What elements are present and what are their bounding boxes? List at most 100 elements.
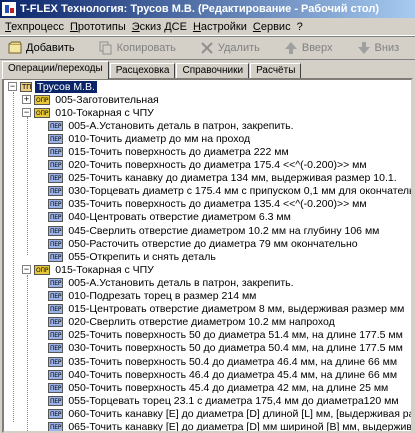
menu-sketch[interactable]: Эскиз ДСЕ — [129, 21, 190, 33]
step-label: 050-Расточить отверстие до диаметра 79 м… — [68, 237, 358, 250]
step-node[interactable]: ПЕР 025-Точить поверхность 50 до диаметра… — [4, 329, 411, 342]
step-label: 005-А.Установить деталь в патрон, закреп… — [68, 276, 294, 289]
copy-icon — [98, 40, 114, 56]
collapse-toggle[interactable]: − — [22, 265, 31, 275]
tree-root[interactable]: − ТП Трусов М.В. — [4, 80, 411, 93]
step-icon: ПЕР — [48, 291, 64, 302]
step-node[interactable]: ПЕР 020-Сверлить отверстие диаметром 10.2… — [4, 316, 411, 329]
toolbar: Добавить Копировать Удалить Вверх Вниз — [0, 36, 415, 60]
menu-techprocess[interactable]: Техпроцесс — [2, 21, 67, 33]
menu-settings[interactable]: Настройки — [190, 21, 250, 33]
step-label: 020-Точить поверхность до диаметра 175.4… — [68, 159, 367, 172]
step-node[interactable]: ПЕР 060-Точить канавку [E] до диаметра [D… — [4, 407, 411, 420]
tab-distribution[interactable]: Расцеховка — [109, 63, 176, 79]
step-icon: ПЕР — [48, 277, 64, 288]
move-up-button[interactable]: Вверх — [280, 38, 339, 58]
step-node[interactable]: ПЕР 040-Центровать отверстие диаметром 6.… — [4, 211, 411, 224]
menu-bar: Техпроцесс Прототипы Эскиз ДСЕ Настройки… — [0, 18, 415, 36]
step-icon: ПЕР — [48, 160, 64, 171]
menu-prototypes[interactable]: Прототипы — [67, 21, 129, 33]
step-node[interactable]: ПЕР 045-Сверлить отверстие диаметром 10.2… — [4, 224, 411, 237]
operation-label: 010-Токарная с ЧПУ — [55, 106, 154, 119]
step-label: 025-Точить канавку до диаметра 134 мм, в… — [68, 172, 397, 185]
step-icon: ПЕР — [48, 186, 64, 197]
step-node[interactable]: ПЕР 040-Точить поверхность 46.4 до диамет… — [4, 368, 411, 381]
step-node[interactable]: ПЕР 015-Центровать отверстие диаметром 8 … — [4, 303, 411, 316]
step-node[interactable]: ПЕР 030-Точить поверхность 50 до диаметра… — [4, 342, 411, 355]
add-icon — [7, 40, 23, 56]
step-icon: ПЕР — [48, 330, 64, 341]
delete-icon — [199, 40, 215, 56]
menu-help[interactable]: ? — [294, 21, 306, 33]
step-label: 045-Сверлить отверстие диаметром 10.2 мм… — [68, 224, 380, 237]
step-icon: ПЕР — [48, 238, 64, 249]
step-label: 015-Центровать отверстие диаметром 8 мм,… — [68, 303, 405, 316]
step-label: 055-Открепить и снять деталь — [68, 250, 216, 263]
operation-icon: ОПР — [34, 107, 51, 118]
step-label: 010-Точить диаметр до мм на проход — [68, 132, 251, 145]
step-label: 035-Точить поверхность 50.4 до диаметра … — [68, 355, 398, 368]
step-icon: ПЕР — [48, 173, 64, 184]
step-node[interactable]: ПЕР 065-Точить канавку [E] до диаметра [D… — [4, 420, 411, 431]
step-node[interactable]: ПЕР 025-Точить канавку до диаметра 134 мм… — [4, 172, 411, 185]
tree-root-label: Трусов М.В. — [35, 80, 97, 93]
step-icon: ПЕР — [48, 395, 64, 406]
step-node[interactable]: ПЕР 055-Торцевать торец 23.1 с диаметра 1… — [4, 394, 411, 407]
step-icon: ПЕР — [48, 304, 64, 315]
step-label: 060-Точить канавку [E] до диаметра [D] д… — [68, 407, 411, 420]
step-node[interactable]: ПЕР 010-Подрезать торец в размер 214 мм — [4, 290, 411, 303]
delete-button[interactable]: Удалить — [196, 38, 266, 58]
step-label: 015-Точить поверхность до диаметра 222 м… — [68, 146, 289, 159]
step-node[interactable]: ПЕР 050-Точить поверхность 45.4 до диамет… — [4, 381, 411, 394]
step-node[interactable]: ПЕР 035-Точить поверхность до диаметра 13… — [4, 198, 411, 211]
step-label: 030-Торцевать диаметр с 175.4 мм с припу… — [68, 185, 411, 198]
operations-tree[interactable]: − ТП Трусов М.В. + ОПР 005-Заготовительная… — [2, 78, 413, 433]
step-label: 020-Сверлить отверстие диаметром 10.2 мм… — [68, 316, 335, 329]
operation-node[interactable]: − ОПР 010-Токарная с ЧПУ — [4, 106, 411, 119]
techprocess-icon: ТП — [20, 81, 32, 92]
operation-node[interactable]: + ОПР 005-Заготовительная — [4, 93, 411, 106]
step-icon: ПЕР — [48, 421, 64, 431]
tab-reference[interactable]: Справочники — [176, 63, 250, 79]
operation-label: 005-Заготовительная — [55, 93, 159, 106]
tab-operations[interactable]: Операции/переходы — [2, 61, 109, 79]
step-icon: ПЕР — [48, 356, 64, 367]
add-button[interactable]: Добавить — [4, 38, 81, 58]
collapse-toggle[interactable]: − — [8, 82, 17, 92]
step-node[interactable]: ПЕР 005-А.Установить деталь в патрон, зак… — [4, 119, 411, 132]
operation-node[interactable]: − ОПР 015-Токарная с ЧПУ — [4, 263, 411, 276]
copy-button[interactable]: Копировать — [95, 38, 182, 58]
step-node[interactable]: ПЕР 015-Точить поверхность до диаметра 22… — [4, 145, 411, 158]
step-node[interactable]: ПЕР 055-Открепить и снять деталь — [4, 250, 411, 263]
step-label: 035-Точить поверхность до диаметра 135.4… — [68, 198, 367, 211]
step-label: 025-Точить поверхность 50 до диаметра 51… — [68, 329, 403, 342]
expand-toggle[interactable]: + — [22, 95, 31, 105]
step-icon: ПЕР — [48, 251, 64, 262]
step-node[interactable]: ПЕР 020-Точить поверхность до диаметра 17… — [4, 159, 411, 172]
step-icon: ПЕР — [48, 212, 64, 223]
step-node[interactable]: ПЕР 005-А.Установить деталь в патрон, зак… — [4, 276, 411, 289]
step-label: 010-Подрезать торец в размер 214 мм — [68, 290, 257, 303]
collapse-toggle[interactable]: − — [22, 108, 31, 118]
step-label: 050-Точить поверхность 45.4 до диаметра … — [68, 381, 389, 394]
arrow-down-icon — [356, 40, 372, 56]
step-node[interactable]: ПЕР 030-Торцевать диаметр с 175.4 мм с пр… — [4, 185, 411, 198]
step-label: 040-Точить поверхность 46.4 до диаметра … — [68, 368, 398, 381]
operation-label: 015-Токарная с ЧПУ — [55, 263, 154, 276]
operation-icon: ОПР — [34, 264, 51, 275]
arrow-up-icon — [283, 40, 299, 56]
step-node[interactable]: ПЕР 050-Расточить отверстие до диаметра 7… — [4, 237, 411, 250]
step-icon: ПЕР — [48, 382, 64, 393]
tab-bar: Операции/переходы Расцеховка Справочники… — [0, 61, 415, 79]
step-node[interactable]: ПЕР 010-Точить диаметр до мм на проход — [4, 132, 411, 145]
move-down-button[interactable]: Вниз — [353, 38, 406, 58]
step-label: 005-А.Установить деталь в патрон, закреп… — [68, 119, 294, 132]
menu-service[interactable]: Сервис — [250, 21, 294, 33]
step-icon: ПЕР — [48, 120, 64, 131]
step-icon: ПЕР — [48, 133, 64, 144]
step-node[interactable]: ПЕР 035-Точить поверхность 50.4 до диамет… — [4, 355, 411, 368]
step-icon: ПЕР — [48, 199, 64, 210]
step-label: 055-Торцевать торец 23.1 с диаметра 175,… — [68, 394, 399, 407]
tab-calculations[interactable]: Расчёты — [250, 63, 302, 79]
title-bar: T-FLEX Технология: Трусов М.В. (Редактир… — [0, 0, 415, 18]
